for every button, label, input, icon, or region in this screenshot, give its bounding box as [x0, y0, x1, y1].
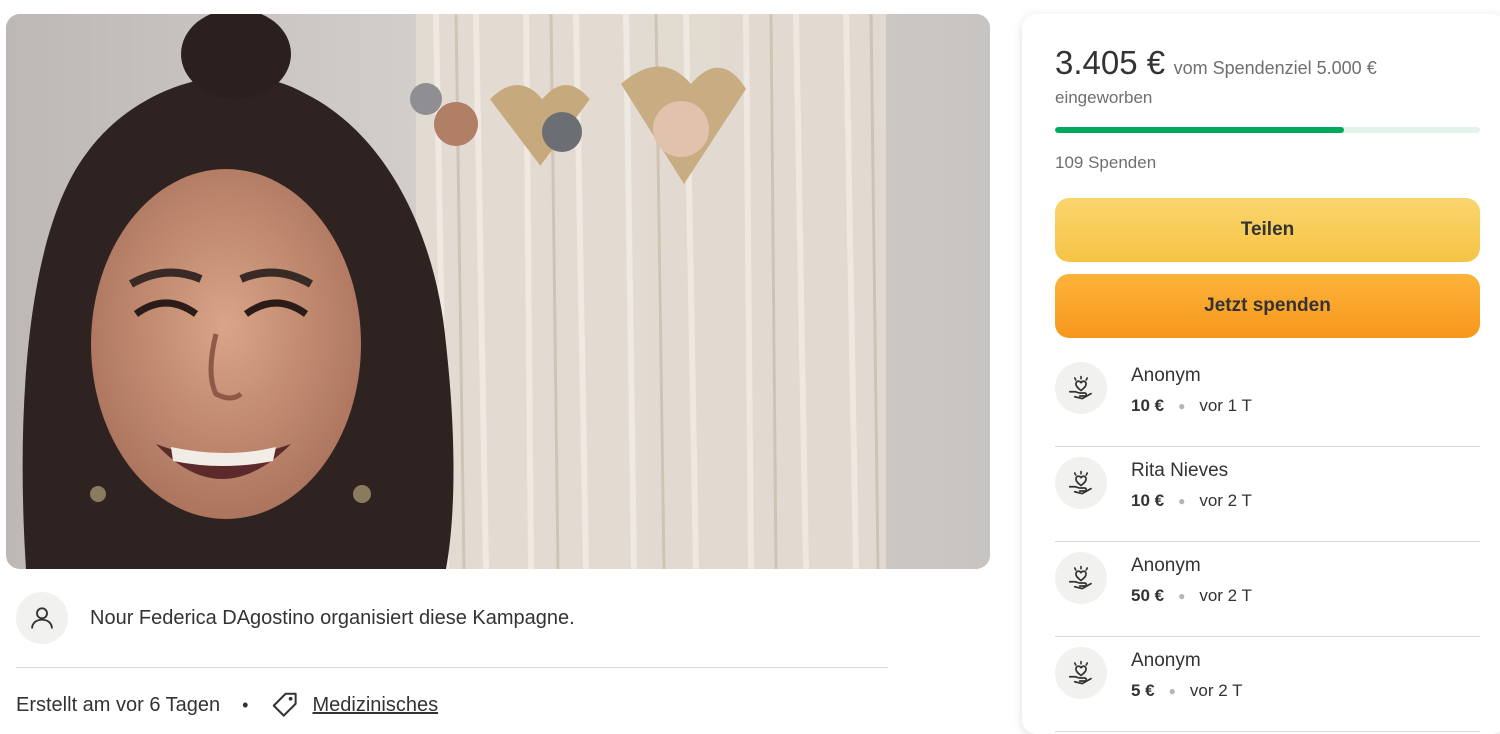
dot-separator: ● — [1178, 589, 1186, 603]
organizer-text: Nour Federica DAgostino organisiert dies… — [90, 606, 575, 629]
heart-hand-icon — [1055, 647, 1107, 699]
progress-fill — [1055, 127, 1345, 133]
donation-amount: 5 € — [1131, 681, 1155, 700]
donation-detail: 10 € ● vor 1 T — [1131, 396, 1252, 416]
progress-bar — [1055, 127, 1480, 133]
share-button[interactable]: Teilen — [1055, 198, 1480, 262]
donation-time: vor 2 T — [1189, 681, 1243, 700]
donation-time: vor 1 T — [1199, 396, 1252, 415]
goal-text: vom Spendenziel 5.000 € — [1173, 58, 1377, 78]
donation-detail: 50 € ● vor 2 T — [1131, 586, 1252, 606]
heart-hand-icon — [1055, 457, 1107, 509]
donation-detail: 5 € ● vor 2 T — [1131, 681, 1242, 701]
donation-count: 109 Spenden — [1055, 153, 1157, 172]
campaign-image — [6, 14, 990, 569]
amount-line: 3.405 € vom Spendenziel 5.000 € — [1055, 44, 1377, 82]
donation-amount: 10 € — [1131, 491, 1165, 510]
heart-hand-icon — [1055, 362, 1107, 414]
category-link[interactable]: Medizinisches — [312, 694, 438, 717]
raised-label: eingeworben — [1055, 88, 1153, 107]
meta-separator: • — [242, 694, 249, 715]
user-icon — [31, 607, 53, 629]
campaign-meta: Erstellt am vor 6 Tagen • Medizinisches — [16, 688, 438, 722]
donor-name: Anonym — [1131, 555, 1201, 576]
tag-icon — [270, 690, 300, 720]
donor-name: Anonym — [1131, 365, 1201, 386]
campaign-photo — [6, 14, 990, 569]
dot-separator: ● — [1178, 494, 1186, 508]
donation-list: Anonym 10 € ● vor 1 T Rita Nieves 10 € ●… — [1055, 352, 1480, 732]
created-text: Erstellt am vor 6 Tagen — [16, 693, 221, 716]
dot-separator: ● — [1168, 684, 1176, 698]
donation-time: vor 2 T — [1199, 491, 1252, 510]
heart-hand-icon — [1055, 552, 1107, 604]
organizer-row: Nour Federica DAgostino organisiert dies… — [16, 592, 888, 644]
donation-item: Anonym 50 € ● vor 2 T — [1055, 542, 1480, 637]
donate-button[interactable]: Jetzt spenden — [1055, 274, 1480, 338]
amount-raised: 3.405 € — [1055, 44, 1166, 81]
donation-item: Anonym 5 € ● vor 2 T — [1055, 637, 1480, 732]
donation-item: Rita Nieves 10 € ● vor 2 T — [1055, 447, 1480, 542]
donation-card: 3.405 € vom Spendenziel 5.000 € eingewor… — [1022, 14, 1500, 734]
donation-detail: 10 € ● vor 2 T — [1131, 491, 1252, 511]
donation-amount: 50 € — [1131, 586, 1165, 605]
donation-item: Anonym 10 € ● vor 1 T — [1055, 352, 1480, 447]
dot-separator: ● — [1178, 399, 1186, 413]
donation-time: vor 2 T — [1199, 586, 1252, 605]
organizer-avatar — [16, 592, 68, 644]
donation-amount: 10 € — [1131, 396, 1165, 415]
divider — [16, 667, 888, 668]
donor-name: Anonym — [1131, 650, 1201, 671]
donor-name: Rita Nieves — [1131, 460, 1229, 481]
